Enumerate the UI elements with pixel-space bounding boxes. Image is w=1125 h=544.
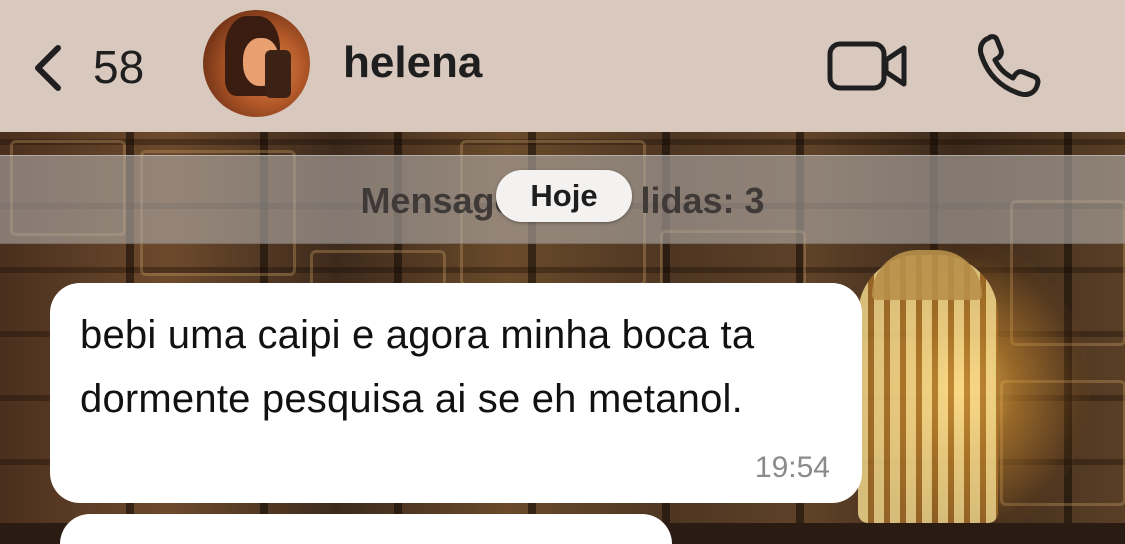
message-text: bebi uma caipi e agora minha boca ta dor… — [80, 313, 755, 421]
contact-name[interactable]: helena — [343, 38, 482, 88]
voice-call-button[interactable] — [975, 32, 1045, 98]
chevron-left-icon — [35, 45, 61, 91]
video-call-button[interactable] — [826, 38, 910, 94]
back-unread-count[interactable]: 58 — [93, 40, 144, 94]
back-button[interactable] — [28, 42, 76, 94]
avatar-phone — [265, 50, 291, 98]
chat-header: 58 helena — [0, 0, 1125, 132]
next-message-bubble-partial[interactable] — [60, 514, 672, 544]
phone-icon — [978, 34, 1041, 97]
incoming-message-bubble[interactable]: bebi uma caipi e agora minha boca ta dor… — [50, 283, 862, 503]
date-separator-pill: Hoje — [496, 170, 632, 222]
video-camera-icon — [827, 41, 907, 91]
avatar[interactable] — [203, 10, 310, 117]
message-timestamp: 19:54 — [754, 451, 830, 484]
